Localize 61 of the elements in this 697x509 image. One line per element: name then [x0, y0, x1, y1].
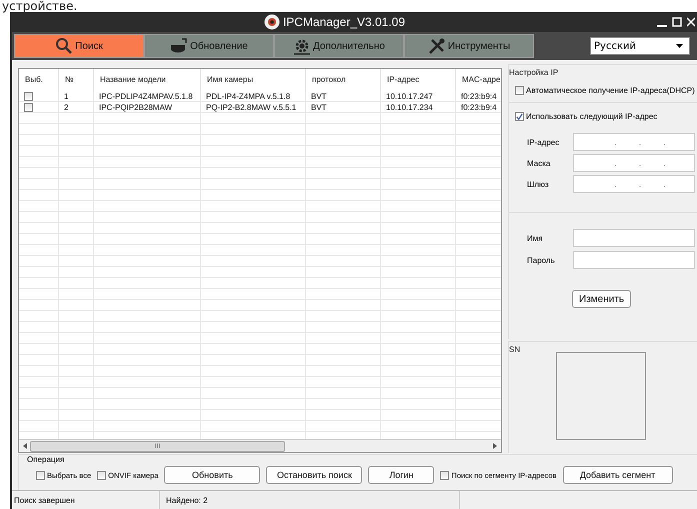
column-header[interactable]: Название модели	[94, 69, 201, 91]
input-field[interactable]	[573, 251, 695, 269]
tab[interactable]: Инструменты	[404, 34, 534, 58]
octet-separator: .	[614, 180, 617, 188]
language-dropdown[interactable]: Русский	[590, 37, 690, 55]
column-header[interactable]: IP-адрес	[381, 69, 456, 91]
change-button[interactable]: Изменить	[572, 290, 632, 308]
field-label: Пароль	[526, 256, 556, 264]
octet-separator: .	[663, 158, 666, 168]
field-label: Маска	[526, 158, 552, 168]
scroll-left-icon	[23, 443, 27, 449]
column-header[interactable]: протокол	[306, 69, 381, 91]
column-header[interactable]: Имя камеры	[201, 69, 306, 91]
minimize-icon	[657, 25, 667, 27]
group-title: Настройка IP	[509, 68, 560, 77]
maximize-icon	[672, 16, 682, 28]
ip-address-field[interactable]: . . .	[573, 175, 695, 193]
field-label: IP-адрес	[526, 138, 560, 146]
octet-separator: .	[614, 138, 617, 146]
group-title: SN	[509, 345, 522, 354]
close-icon	[687, 16, 695, 28]
field-label: Имя	[526, 234, 544, 242]
page-text: устройстве.	[1, 0, 78, 12]
input-field[interactable]	[573, 229, 695, 247]
checkbox-label: Использовать следующий IP-адрес	[526, 112, 658, 121]
octet-separator: .	[614, 158, 617, 168]
checkbox[interactable]	[24, 92, 33, 101]
octet-separator: .	[638, 180, 642, 188]
checkbox[interactable]	[36, 470, 45, 480]
column-header[interactable]: Выб.	[19, 69, 59, 91]
field-label: Шлюз	[526, 180, 550, 188]
checkbox-label: Автоматическое получение IP-адреса(DHCP)	[526, 86, 695, 95]
octet-separator: .	[663, 180, 666, 188]
checkbox[interactable]	[24, 103, 33, 112]
crossed-tools-icon	[428, 37, 446, 55]
octet-separator: .	[638, 158, 642, 168]
checkbox[interactable]	[515, 112, 524, 121]
scroll-right-icon	[493, 443, 497, 449]
octet-separator: .	[638, 138, 642, 146]
checkbox[interactable]	[97, 470, 106, 480]
tab[interactable]: Обновление	[144, 34, 274, 58]
disk-arrow-icon	[170, 37, 188, 55]
checkbox[interactable]	[440, 470, 450, 480]
checkmark-icon	[516, 112, 523, 121]
tab[interactable]: Поиск	[14, 34, 144, 58]
language-value: Русский	[594, 40, 636, 52]
checkbox[interactable]	[515, 86, 524, 95]
ip-address-field[interactable]: . . .	[573, 154, 695, 172]
ip-address-field[interactable]: . . .	[573, 133, 695, 151]
octet-separator: .	[663, 138, 666, 146]
search-icon	[55, 37, 74, 55]
action-button[interactable]: Обновить	[164, 466, 260, 484]
action-button[interactable]: Остановить поиск	[266, 466, 362, 484]
gear-icon	[293, 37, 311, 55]
tab[interactable]: Дополнительно	[274, 34, 404, 58]
group-title: Операция	[26, 455, 66, 464]
dropdown-arrow-icon	[676, 44, 683, 48]
window-title: IPCManager_V3.01.09	[282, 15, 406, 29]
column-header[interactable]: №	[59, 69, 94, 91]
action-button[interactable]: Добавить сегмент	[562, 466, 673, 484]
action-button[interactable]: Логин	[368, 466, 434, 484]
